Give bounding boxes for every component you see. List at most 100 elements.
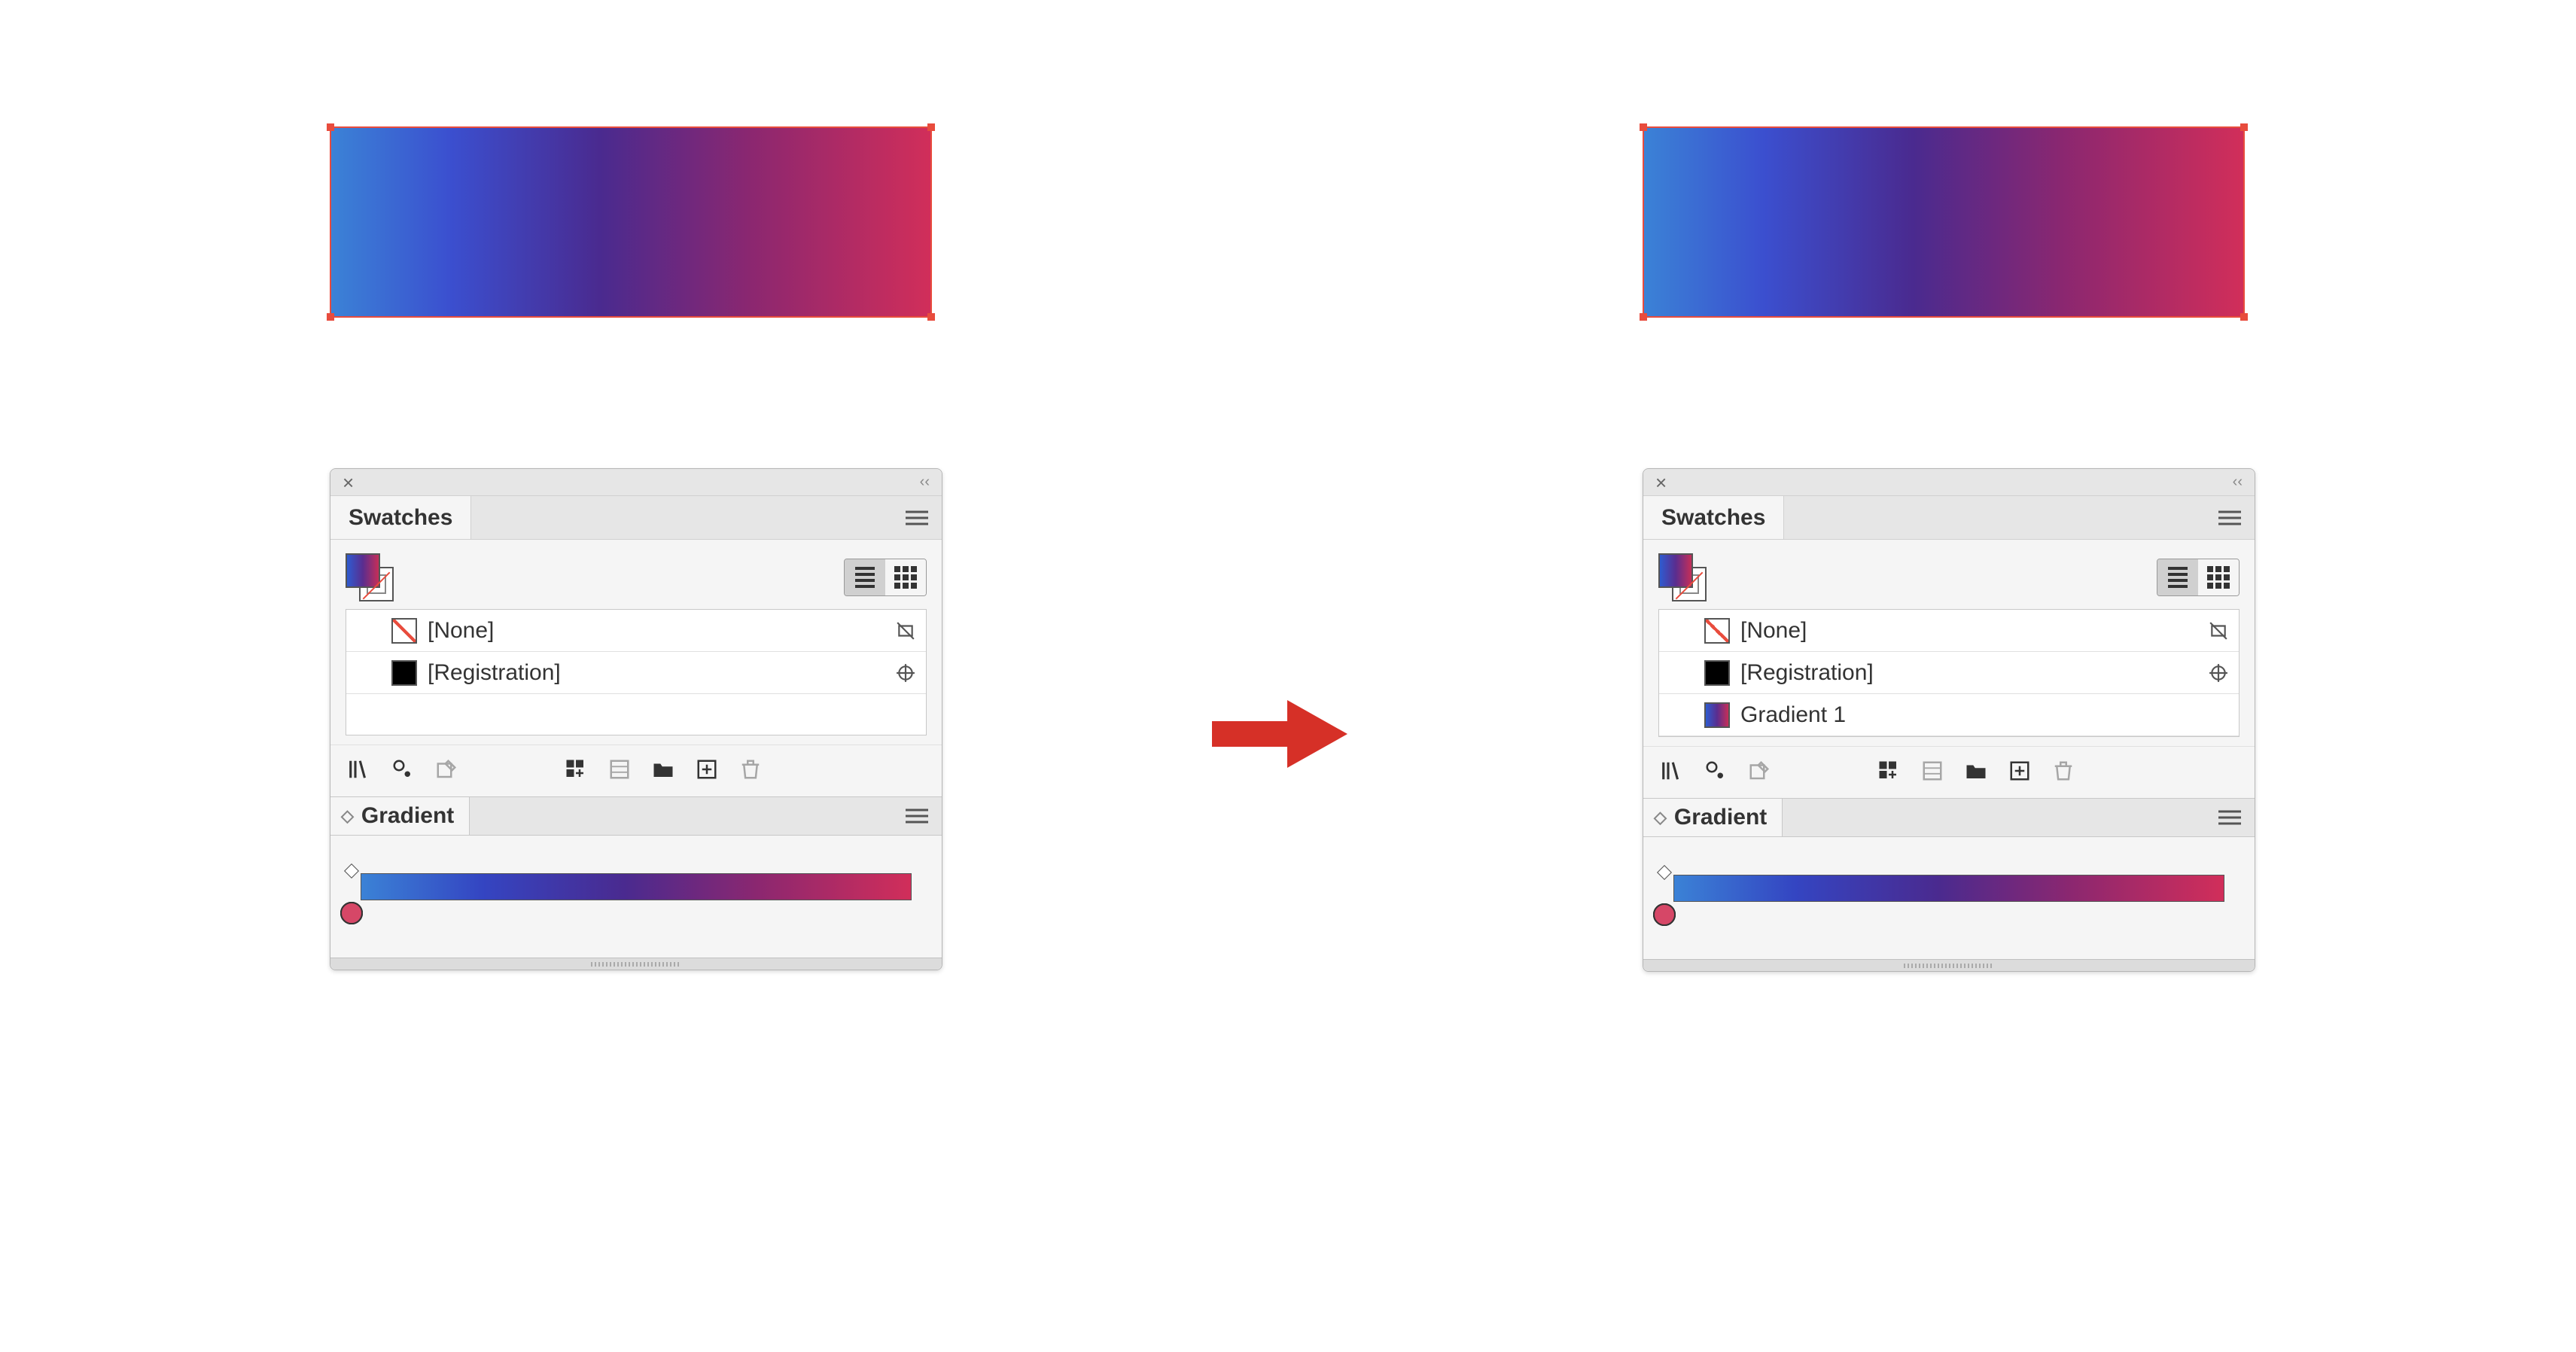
expand-icon: ◇: [341, 806, 354, 826]
collapse-icon[interactable]: ‹‹: [920, 474, 930, 491]
grid-view-button[interactable]: [2198, 559, 2239, 595]
trash-icon[interactable]: [737, 756, 764, 783]
new-swatch-icon[interactable]: [693, 756, 720, 783]
gradient-stop[interactable]: [1653, 903, 1676, 926]
arrow-icon: [1204, 693, 1355, 775]
gradient-swatch-icon: [1704, 702, 1730, 728]
view-mode-toggle: [844, 559, 927, 596]
swatch-row-none[interactable]: [None]: [1659, 610, 2239, 652]
selection-handle[interactable]: [1640, 313, 1647, 321]
panel-titlebar: × ‹‹: [330, 469, 942, 496]
fill-stroke-proxy[interactable]: [1658, 553, 1707, 601]
tab-swatches[interactable]: Swatches: [1643, 496, 1784, 539]
swatch-toolbar: [1643, 540, 2255, 609]
folder-icon[interactable]: [1962, 757, 1990, 784]
swatch-row-gradient1[interactable]: Gradient 1: [1659, 694, 2239, 736]
registration-mark-icon: [2207, 662, 2230, 684]
selection-handle[interactable]: [1640, 123, 1647, 131]
registration-swatch-icon: [391, 660, 417, 686]
tab-gradient[interactable]: ◇ Gradient: [1643, 799, 1783, 836]
tab-swatches[interactable]: Swatches: [330, 496, 471, 539]
list-view-button[interactable]: [845, 559, 885, 595]
registration-swatch-icon: [1704, 660, 1730, 686]
no-print-icon: [894, 620, 917, 642]
selection-handle[interactable]: [327, 313, 334, 321]
swatch-options-icon[interactable]: [389, 756, 416, 783]
swatch-list: [None] [Registration] Gradient: [1658, 609, 2240, 737]
gradient-ramp[interactable]: [1673, 875, 2224, 902]
swatch-label: [Registration]: [428, 660, 884, 686]
new-swatch-icon[interactable]: [2006, 757, 2033, 784]
no-print-icon: [2207, 620, 2230, 642]
list-view-button[interactable]: [2157, 559, 2198, 595]
folder-icon[interactable]: [650, 756, 677, 783]
none-swatch-icon: [1704, 618, 1730, 644]
swatches-panel: × ‹‹ Swatches: [330, 468, 942, 970]
swatch-label: [None]: [428, 618, 884, 644]
add-to-cc-icon[interactable]: [1746, 757, 1773, 784]
swatches-footer: [1643, 746, 2255, 798]
fill-swatch[interactable]: [346, 553, 380, 588]
before-state: × ‹‹ Swatches: [330, 126, 942, 970]
new-color-group-icon[interactable]: [1875, 757, 1902, 784]
swatch-label: [None]: [1740, 618, 2197, 644]
swatch-label: [Registration]: [1740, 660, 2197, 686]
swatch-row-registration[interactable]: [Registration]: [1659, 652, 2239, 694]
gradient-stop[interactable]: [340, 902, 363, 924]
swatch-list: [None] [Registration]: [346, 609, 927, 735]
swatch-label: Gradient 1: [1740, 702, 2230, 728]
panel-menu-icon[interactable]: [906, 809, 928, 824]
add-to-cc-icon[interactable]: [433, 756, 460, 783]
tab-label: Gradient: [361, 803, 454, 829]
tab-gradient[interactable]: ◇ Gradient: [330, 797, 470, 835]
tab-label: Swatches: [349, 505, 452, 531]
gradient-midpoint[interactable]: [1657, 865, 1672, 880]
swatch-toolbar: [330, 540, 942, 609]
gradient-editor: [1643, 837, 2255, 959]
panel-resize-grip[interactable]: [330, 958, 942, 970]
panel-resize-grip[interactable]: [1643, 959, 2255, 971]
close-icon[interactable]: ×: [343, 473, 354, 492]
swatches-footer: [330, 745, 942, 796]
after-state: × ‹‹ Swatches: [1643, 126, 2255, 972]
gradient-midpoint[interactable]: [344, 863, 359, 878]
fill-swatch[interactable]: [1658, 553, 1693, 588]
close-icon[interactable]: ×: [1655, 473, 1667, 492]
none-swatch-icon: [391, 618, 417, 644]
selection-handle[interactable]: [2240, 123, 2248, 131]
grid-icon: [2207, 566, 2230, 589]
tab-label: Swatches: [1661, 505, 1765, 531]
swatch-kind-icon[interactable]: [1919, 757, 1946, 784]
panel-menu-icon[interactable]: [2218, 510, 2241, 525]
gradient-ramp[interactable]: [361, 873, 912, 900]
registration-mark-icon: [894, 662, 917, 684]
selected-gradient-rectangle[interactable]: [1643, 126, 2245, 318]
selection-handle[interactable]: [2240, 313, 2248, 321]
collapse-icon[interactable]: ‹‹: [2233, 474, 2243, 491]
trash-icon[interactable]: [2050, 757, 2077, 784]
panel-menu-icon[interactable]: [2218, 811, 2241, 825]
libraries-icon[interactable]: [1658, 757, 1685, 784]
selected-gradient-rectangle[interactable]: [330, 126, 932, 318]
fill-stroke-proxy[interactable]: [346, 553, 394, 601]
selection-handle[interactable]: [927, 123, 935, 131]
grid-view-button[interactable]: [885, 559, 926, 595]
gradient-panel-tabs: ◇ Gradient: [1643, 798, 2255, 837]
gradient-editor: [330, 836, 942, 958]
tab-label: Gradient: [1674, 805, 1767, 830]
panel-titlebar: × ‹‹: [1643, 469, 2255, 496]
swatches-panel: × ‹‹ Swatches: [1643, 468, 2255, 972]
swatch-options-icon[interactable]: [1702, 757, 1729, 784]
new-color-group-icon[interactable]: [562, 756, 589, 783]
libraries-icon[interactable]: [346, 756, 373, 783]
swatch-row-none[interactable]: [None]: [346, 610, 926, 652]
view-mode-toggle: [2157, 559, 2240, 596]
selection-handle[interactable]: [327, 123, 334, 131]
panel-menu-icon[interactable]: [906, 510, 928, 525]
expand-icon: ◇: [1654, 808, 1667, 827]
selection-handle[interactable]: [927, 313, 935, 321]
swatch-kind-icon[interactable]: [606, 756, 633, 783]
panel-tabs: Swatches: [330, 496, 942, 540]
grid-icon: [894, 566, 917, 589]
swatch-row-registration[interactable]: [Registration]: [346, 652, 926, 694]
